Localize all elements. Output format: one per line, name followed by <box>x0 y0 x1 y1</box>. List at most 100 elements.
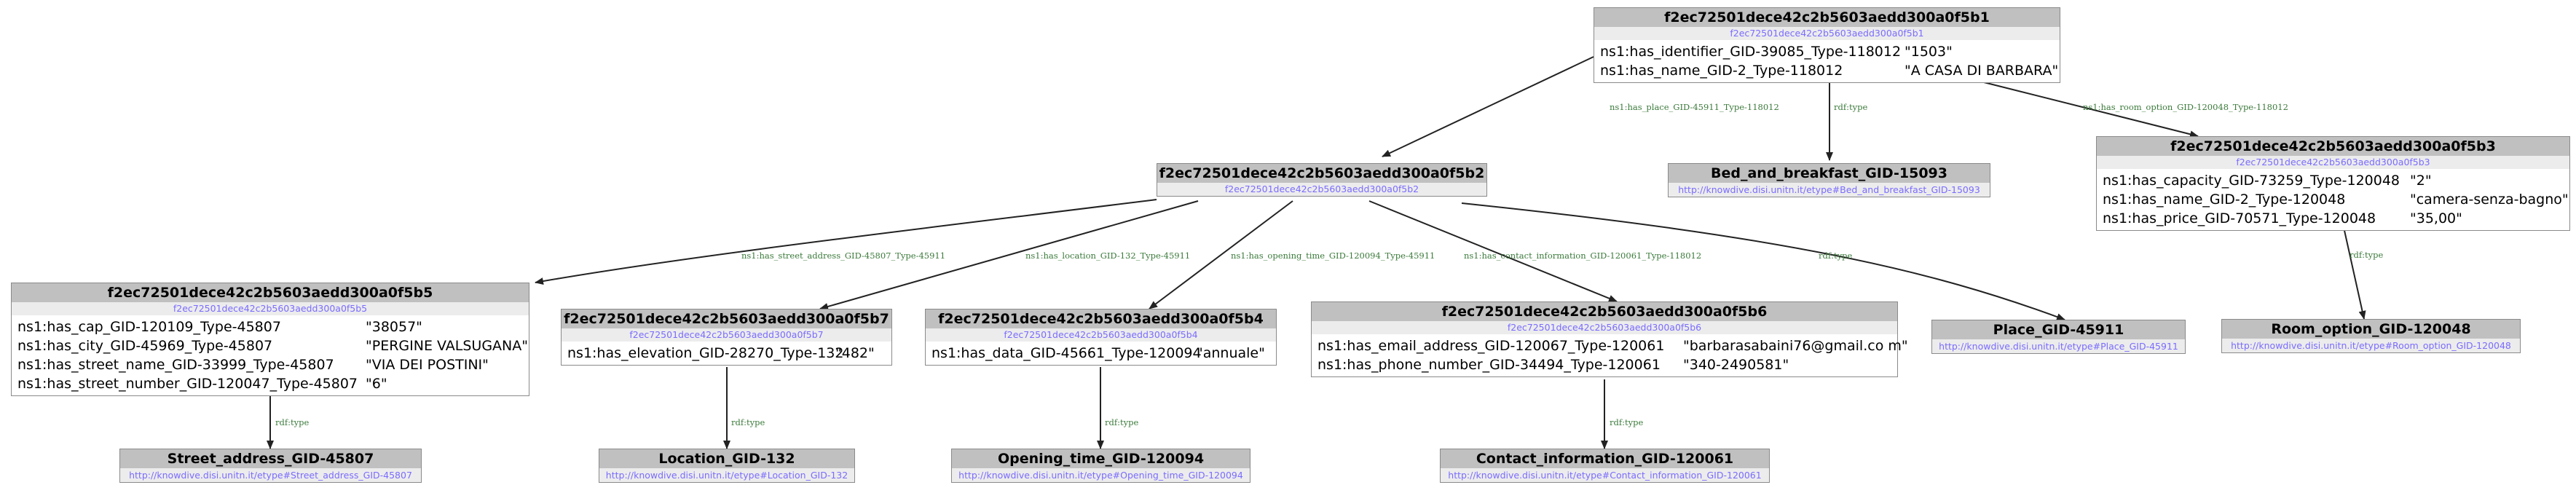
property-row: ns1:has_street_name_GID-33999_Type-45807… <box>17 355 523 374</box>
type-node-opening-time[interactable]: Opening_time_GID-120094 http://knowdive.… <box>951 449 1250 483</box>
property-name: ns1:has_street_number_GID-120047_Type-45… <box>17 376 358 392</box>
node-uri[interactable]: f2ec72501dece42c2b5603aedd300a0f5b1 <box>1594 27 2060 40</box>
type-node-street-address[interactable]: Street_address_GID-45807 http://knowdive… <box>119 449 422 483</box>
node-b1[interactable]: f2ec72501dece42c2b5603aedd300a0f5b1 f2ec… <box>1594 7 2060 83</box>
node-properties: ns1:has_identifier_GID-39085_Type-118012… <box>1594 40 2060 82</box>
type-title: Room_option_GID-120048 <box>2222 320 2520 339</box>
node-uri[interactable]: f2ec72501dece42c2b5603aedd300a0f5b7 <box>562 328 891 342</box>
node-title: f2ec72501dece42c2b5603aedd300a0f5b1 <box>1594 8 2060 27</box>
type-node-location[interactable]: Location_GID-132 http://knowdive.disi.un… <box>599 449 855 483</box>
property-value: "2" <box>2410 173 2432 189</box>
node-title: f2ec72501dece42c2b5603aedd300a0f5b3 <box>2097 137 2569 156</box>
node-b4[interactable]: f2ec72501dece42c2b5603aedd300a0f5b4 f2ec… <box>925 309 1277 366</box>
property-value: "VIA DEI POSTINI" <box>366 357 489 373</box>
node-uri[interactable]: f2ec72501dece42c2b5603aedd300a0f5b5 <box>12 302 529 315</box>
edge-b3-type <box>2343 226 2366 320</box>
edge-label: rdf:type <box>731 417 765 427</box>
property-row: ns1:has_name_GID-2_Type-118012 "A CASA DI… <box>1600 61 2058 80</box>
property-name: ns1:has_email_address_GID-120067_Type-12… <box>1317 338 1665 354</box>
node-b6[interactable]: f2ec72501dece42c2b5603aedd300a0f5b6 f2ec… <box>1311 301 1908 377</box>
node-properties: ns1:has_elevation_GID-28270_Type-132 "482… <box>562 342 891 365</box>
property-row: ns1:has_elevation_GID-28270_Type-132 "482… <box>567 344 886 363</box>
node-title: f2ec72501dece42c2b5603aedd300a0f5b7 <box>562 309 891 328</box>
type-uri[interactable]: http://knowdive.disi.unitn.it/etype#Loca… <box>599 468 854 482</box>
property-row: ns1:has_city_GID-45969_Type-45807 "PERGIN… <box>17 336 528 355</box>
type-uri[interactable]: http://knowdive.disi.unitn.it/etype#Cont… <box>1441 468 1769 482</box>
property-name: ns1:has_street_name_GID-33999_Type-45807 <box>17 357 334 373</box>
type-title: Contact_information_GID-120061 <box>1441 449 1769 468</box>
edge-label: ns1:has_contact_information_GID-120061_T… <box>1464 251 1701 261</box>
edge-has-street-address <box>535 199 1157 285</box>
edge-label: rdf:type <box>1834 102 1867 112</box>
type-uri[interactable]: http://knowdive.disi.unitn.it/etype#Room… <box>2222 339 2520 352</box>
type-node-bed-and-breakfast[interactable]: Bed_and_breakfast_GID-15093 http://knowd… <box>1668 163 1990 197</box>
type-title: Street_address_GID-45807 <box>120 449 421 468</box>
property-row: ns1:has_data_GID-45661_Type-120094 "annua… <box>931 344 1270 363</box>
type-uri[interactable]: http://knowdive.disi.unitn.it/etype#Bed_… <box>1669 183 1990 197</box>
node-title: f2ec72501dece42c2b5603aedd300a0f5b4 <box>926 309 1276 328</box>
type-uri[interactable]: http://knowdive.disi.unitn.it/etype#Open… <box>952 468 1250 482</box>
property-value: "482" <box>835 345 875 361</box>
property-row: ns1:has_phone_number_GID-34494_Type-1200… <box>1317 355 1891 374</box>
node-properties: ns1:has_data_GID-45661_Type-120094 "annua… <box>926 342 1276 365</box>
node-b2[interactable]: f2ec72501dece42c2b5603aedd300a0f5b2 f2ec… <box>1157 163 1487 197</box>
property-name: ns1:has_name_GID-2_Type-118012 <box>1600 63 1843 79</box>
node-uri[interactable]: f2ec72501dece42c2b5603aedd300a0f5b3 <box>2097 156 2569 169</box>
property-value: "35,00" <box>2410 210 2462 226</box>
node-uri[interactable]: f2ec72501dece42c2b5603aedd300a0f5b6 <box>1312 321 1897 334</box>
edge-label: rdf:type <box>1610 417 1643 427</box>
edge-label: ns1:has_location_GID-132_Type-45911 <box>1025 251 1190 261</box>
node-b5[interactable]: f2ec72501dece42c2b5603aedd300a0f5b5 f2ec… <box>11 283 529 396</box>
property-name: ns1:has_elevation_GID-28270_Type-132 <box>567 345 844 361</box>
type-uri[interactable]: http://knowdive.disi.unitn.it/etype#Plac… <box>1932 339 2185 353</box>
property-value: "camera-senza-bagno" <box>2410 192 2569 208</box>
node-properties: ns1:has_capacity_GID-73259_Type-120048 "2… <box>2097 169 2569 230</box>
node-properties: ns1:has_email_address_GID-120067_Type-12… <box>1312 334 1908 376</box>
type-node-room-option[interactable]: Room_option_GID-120048 http://knowdive.d… <box>2221 319 2521 353</box>
edge-label: ns1:has_place_GID-45911_Type-118012 <box>1610 102 1779 112</box>
edge-has-place <box>1382 56 1594 157</box>
edge-label: rdf:type <box>1105 417 1138 427</box>
type-uri[interactable]: http://knowdive.disi.unitn.it/etype#Stre… <box>120 468 421 482</box>
node-b3[interactable]: f2ec72501dece42c2b5603aedd300a0f5b3 f2ec… <box>2096 136 2570 231</box>
node-title: f2ec72501dece42c2b5603aedd300a0f5b5 <box>12 283 529 302</box>
edge-label: ns1:has_street_address_GID-45807_Type-45… <box>741 251 945 261</box>
type-node-place[interactable]: Place_GID-45911 http://knowdive.disi.uni… <box>1931 320 2186 354</box>
property-row: ns1:has_cap_GID-120109_Type-45807 "38057" <box>17 318 523 336</box>
edge-label: ns1:has_opening_time_GID-120094_Type-459… <box>1231 251 1435 261</box>
edge-label: ns1:has_room_option_GID-120048_Type-1180… <box>2083 102 2288 112</box>
graph-edges: ns1:has_place_GID-45911_Type-118012 rdf:… <box>267 56 2383 449</box>
property-row: ns1:has_price_GID-70571_Type-120048 "35,0… <box>2103 209 2564 228</box>
type-title: Place_GID-45911 <box>1932 320 2185 339</box>
property-name: ns1:has_data_GID-45661_Type-120094 <box>931 345 1202 361</box>
edge-label: rdf:type <box>1819 251 1852 261</box>
type-title: Location_GID-132 <box>599 449 854 468</box>
property-name: ns1:has_name_GID-2_Type-120048 <box>2103 192 2346 208</box>
type-title: Bed_and_breakfast_GID-15093 <box>1669 164 1990 183</box>
property-name: ns1:has_capacity_GID-73259_Type-120048 <box>2103 173 2400 189</box>
property-name: ns1:has_price_GID-70571_Type-120048 <box>2103 210 2376 226</box>
edge-label: rdf:type <box>275 417 309 427</box>
property-name: ns1:has_cap_GID-120109_Type-45807 <box>17 319 281 335</box>
type-node-contact-information[interactable]: Contact_information_GID-120061 http://kn… <box>1440 449 1770 483</box>
property-value: "1503" <box>1905 44 1953 60</box>
node-properties: ns1:has_cap_GID-120109_Type-45807 "38057"… <box>12 315 529 395</box>
property-name: ns1:has_phone_number_GID-34494_Type-1200… <box>1317 357 1661 373</box>
property-value: "A CASA DI BARBARA" <box>1905 63 2059 79</box>
property-value: "barbarasabaini76@gmail.co m" <box>1683 338 1908 354</box>
property-row: ns1:has_name_GID-2_Type-120048 "camera-se… <box>2103 190 2569 209</box>
edge-label: rdf:type <box>2349 250 2383 260</box>
property-value: "340-2490581" <box>1683 357 1789 373</box>
property-name: ns1:has_city_GID-45969_Type-45807 <box>17 338 273 354</box>
type-title: Opening_time_GID-120094 <box>952 449 1250 468</box>
property-row: ns1:has_capacity_GID-73259_Type-120048 "2… <box>2103 171 2564 190</box>
property-value: "annuale" <box>1197 345 1265 361</box>
node-uri[interactable]: f2ec72501dece42c2b5603aedd300a0f5b4 <box>926 328 1276 342</box>
property-row: ns1:has_email_address_GID-120067_Type-12… <box>1317 336 1908 355</box>
property-value: "6" <box>366 376 387 392</box>
property-value: "38057" <box>366 319 422 335</box>
node-uri[interactable]: f2ec72501dece42c2b5603aedd300a0f5b2 <box>1157 183 1486 196</box>
property-name: ns1:has_identifier_GID-39085_Type-118012 <box>1600 44 1902 60</box>
property-value: "PERGINE VALSUGANA" <box>366 338 528 354</box>
node-b7[interactable]: f2ec72501dece42c2b5603aedd300a0f5b7 f2ec… <box>561 309 892 366</box>
